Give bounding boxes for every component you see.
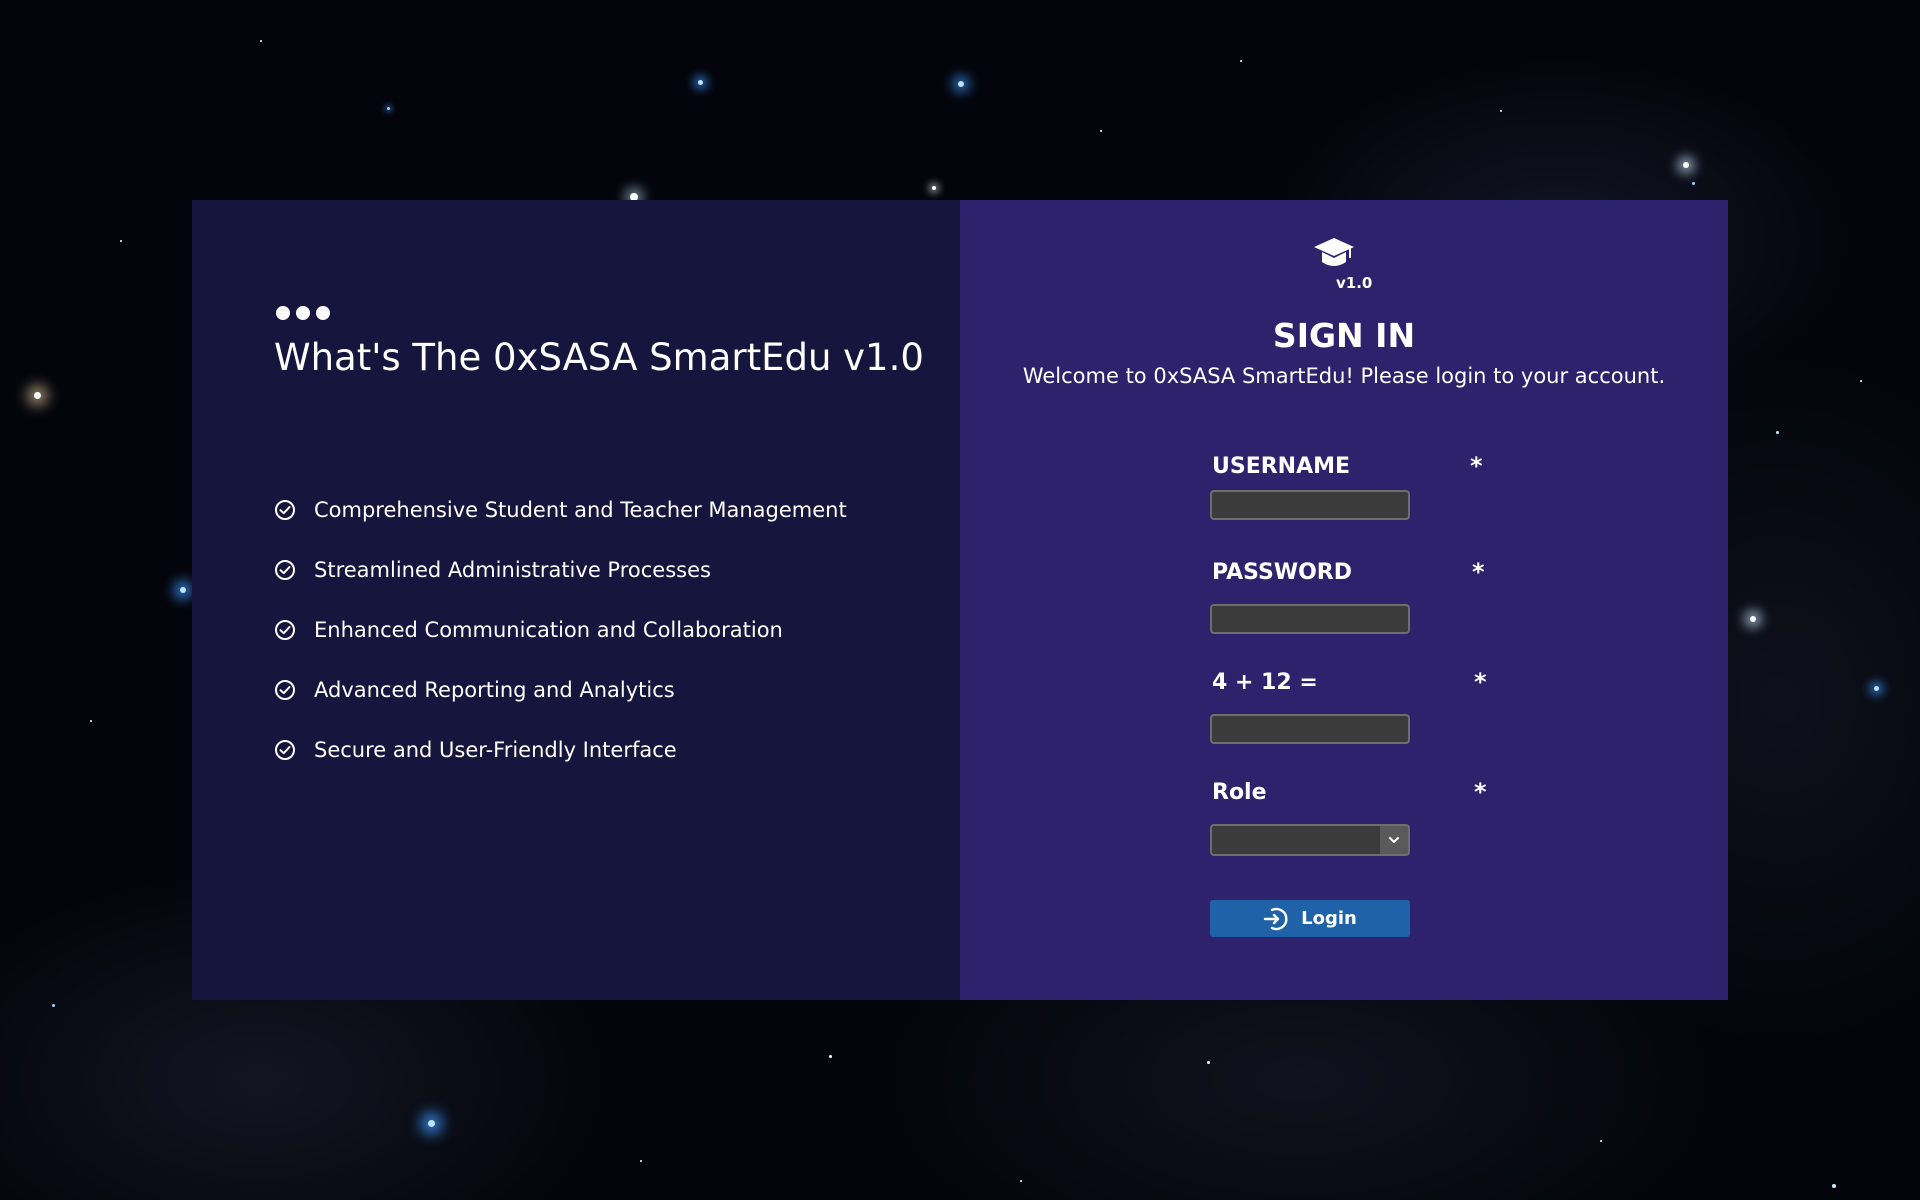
login-button-label: Login — [1301, 908, 1357, 929]
check-circle-icon — [275, 680, 295, 700]
feature-item: Enhanced Communication and Collaboration — [274, 600, 847, 660]
feature-list: Comprehensive Student and Teacher Manage… — [274, 480, 847, 780]
feature-label: Secure and User-Friendly Interface — [314, 738, 677, 762]
check-circle-icon — [275, 740, 295, 760]
check-circle-icon — [275, 620, 295, 640]
check-circle-icon — [275, 500, 295, 520]
password-required-mark: * — [1472, 558, 1485, 586]
username-label: USERNAME — [1212, 454, 1351, 479]
feature-label: Comprehensive Student and Teacher Manage… — [314, 498, 847, 522]
password-input[interactable] — [1210, 604, 1410, 634]
role-label: Role — [1212, 780, 1267, 805]
login-button[interactable]: Login — [1210, 900, 1410, 937]
captcha-label: 4 + 12 = — [1212, 670, 1318, 695]
info-panel: What's The 0xSASA SmartEdu v1.0 Comprehe… — [192, 200, 960, 1000]
feature-item: Secure and User-Friendly Interface — [274, 720, 847, 780]
feature-label: Enhanced Communication and Collaboration — [314, 618, 783, 642]
captcha-input[interactable] — [1210, 714, 1410, 744]
login-card: What's The 0xSASA SmartEdu v1.0 Comprehe… — [192, 200, 1728, 1000]
role-select[interactable] — [1210, 824, 1410, 856]
check-circle-icon — [275, 560, 295, 580]
info-headline: What's The 0xSASA SmartEdu v1.0 — [274, 336, 924, 379]
dots-icon — [276, 306, 330, 320]
role-required-mark: * — [1474, 778, 1487, 806]
feature-item: Streamlined Administrative Processes — [274, 540, 847, 600]
version-label: v1.0 — [1336, 274, 1373, 292]
feature-label: Advanced Reporting and Analytics — [314, 678, 675, 702]
feature-label: Streamlined Administrative Processes — [314, 558, 711, 582]
sign-in-title: SIGN IN — [1272, 316, 1416, 355]
captcha-required-mark: * — [1474, 668, 1487, 696]
password-label: PASSWORD — [1212, 560, 1353, 585]
graduation-cap-icon — [1314, 238, 1354, 266]
chevron-down-icon[interactable] — [1380, 826, 1408, 854]
username-input[interactable] — [1210, 490, 1410, 520]
login-panel: v1.0 SIGN IN Welcome to 0xSASA SmartEdu!… — [960, 200, 1728, 1000]
feature-item: Comprehensive Student and Teacher Manage… — [274, 480, 847, 540]
feature-item: Advanced Reporting and Analytics — [274, 660, 847, 720]
sign-in-icon — [1263, 907, 1288, 930]
username-required-mark: * — [1470, 452, 1483, 480]
welcome-subtitle: Welcome to 0xSASA SmartEdu! Please login… — [1022, 364, 1666, 388]
